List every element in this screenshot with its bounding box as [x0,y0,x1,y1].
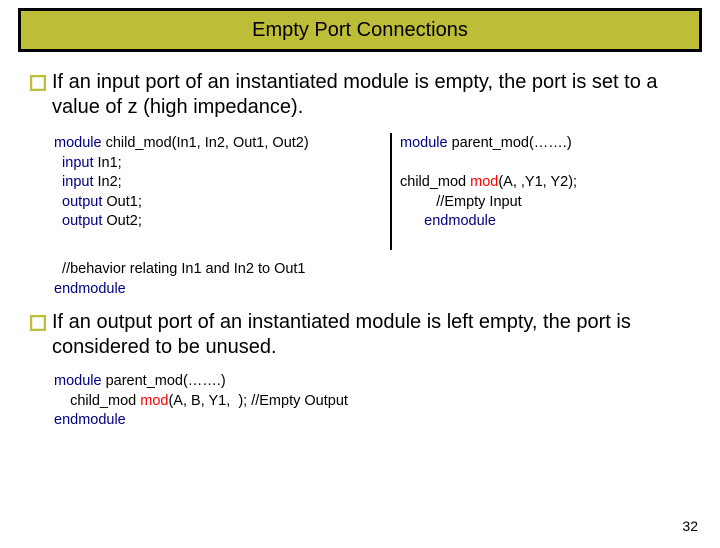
kw-input: input [54,174,94,190]
title-bar: Empty Port Connections [18,8,702,52]
code-text: child_mod(In1, In2, Out1, Out2) [102,135,309,151]
code-comment: //behavior relating In1 and In2 to Out1 [54,261,306,277]
bullet-1-text: If an input port of an instantiated modu… [52,70,690,120]
slide-title: Empty Port Connections [252,19,468,42]
kw-module: module [54,135,102,151]
slide: Empty Port Connections If an input port … [0,8,720,548]
code-parent-module: module parent_mod(…….) child_mod mod(A, … [400,134,700,232]
bullet-2: If an output port of an instantiated mod… [30,310,690,360]
kw-endmodule: endmodule [54,281,126,297]
code-text: (A, ,Y1, Y2); [498,174,577,190]
code-text: (A, B, Y1, ); //Empty Output [168,393,347,409]
code-text: Out1; [102,194,142,210]
kw-endmodule: endmodule [54,412,126,428]
kw-input: input [54,155,94,171]
code-text: In2; [94,174,122,190]
code-text: child_mod [54,393,140,409]
code-child-module: module child_mod(In1, In2, Out1, Out2) i… [54,134,414,232]
code-example-2: module parent_mod(…….) child_mod mod(A, … [30,372,690,431]
kw-module: module [54,373,102,389]
kw-output: output [54,213,102,229]
bullet-2-text: If an output port of an instantiated mod… [52,310,690,360]
code-text: In1; [94,155,122,171]
page-number: 32 [682,518,698,534]
kw-output: output [54,194,102,210]
content-area: If an input port of an instantiated modu… [0,52,720,431]
code-child-tail: //behavior relating In1 and In2 to Out1 … [54,260,654,299]
code-text: parent_mod(…….) [448,135,572,151]
kw-module: module [400,135,448,151]
instance-name: mod [140,393,168,409]
bullet-1: If an input port of an instantiated modu… [30,70,690,120]
instance-name: mod [470,174,498,190]
code-example-1: module child_mod(In1, In2, Out1, Out2) i… [30,134,690,302]
code-text: parent_mod(…….) [102,373,226,389]
code-text: Out2; [102,213,142,229]
code-comment: //Empty Input [400,194,522,210]
bullet-square-icon [30,75,46,91]
code-text: child_mod [400,174,470,190]
bullet-square-icon [30,315,46,331]
kw-endmodule: endmodule [424,213,496,229]
